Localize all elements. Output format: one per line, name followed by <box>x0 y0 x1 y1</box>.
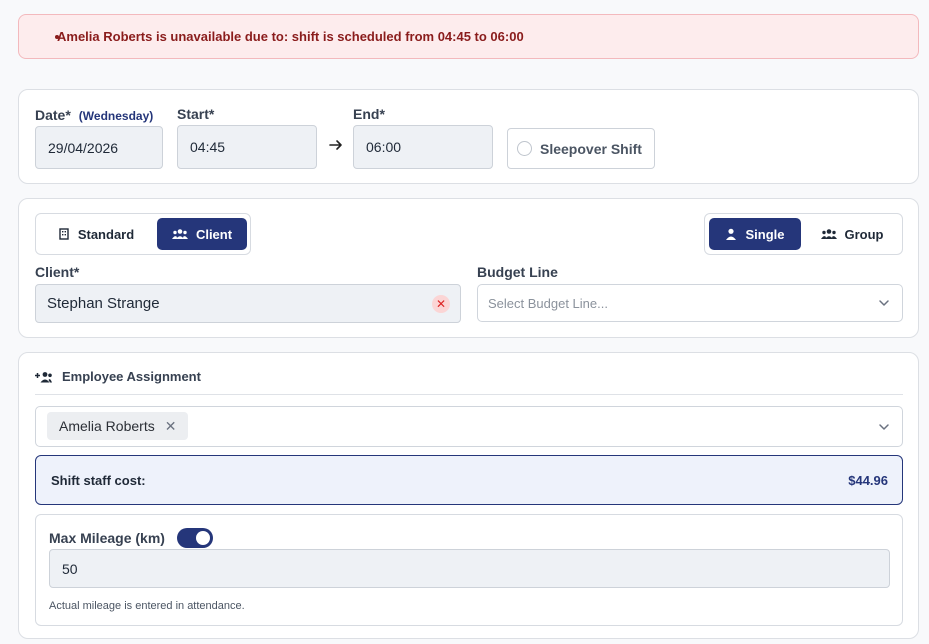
chevron-down-icon <box>879 423 889 430</box>
single-button[interactable]: Single <box>709 218 801 250</box>
client-card: Standard Client Single Group Client* Ste… <box>18 198 919 338</box>
end-label: End* <box>353 106 385 122</box>
group-icon <box>820 229 837 239</box>
client-select[interactable]: Stephan Strange ✕ <box>35 284 461 323</box>
single-label: Single <box>745 226 785 242</box>
shift-mode-toggle: Single Group <box>704 213 903 255</box>
employee-section-title: Employee Assignment <box>35 369 201 384</box>
mileage-toggle[interactable] <box>177 528 213 548</box>
client-button[interactable]: Client <box>157 218 247 250</box>
shift-cost-label: Shift staff cost: <box>51 473 146 488</box>
person-icon <box>726 228 737 240</box>
client-field-label: Client* <box>35 264 80 280</box>
weekday-label: (Wednesday) <box>78 109 154 123</box>
group-icon <box>171 229 188 239</box>
error-alert: Amelia Roberts is unavailable due to: sh… <box>18 14 919 59</box>
mileage-panel: Max Mileage (km) 50 Actual mileage is en… <box>35 514 903 626</box>
employee-chip: Amelia Roberts ✕ <box>47 412 189 440</box>
end-time-input[interactable]: 06:00 <box>353 125 493 169</box>
employee-section-label: Employee Assignment <box>62 369 201 384</box>
date-label: Date* (Wednesday) <box>35 107 153 123</box>
standard-button[interactable]: Standard <box>40 218 152 250</box>
employee-chip-label: Amelia Roberts <box>59 418 155 434</box>
max-mileage-value: 50 <box>62 560 78 577</box>
shift-type-toggle: Standard Client <box>35 213 251 255</box>
sleepover-toggle[interactable]: Sleepover Shift <box>507 128 655 169</box>
client-label: Client <box>195 226 233 242</box>
max-mileage-label: Max Mileage (km) <box>49 530 165 546</box>
arrow-right-icon <box>328 137 344 158</box>
clear-icon[interactable]: ✕ <box>432 294 450 313</box>
date-input[interactable]: 29/04/2026 <box>35 126 163 169</box>
start-time-input[interactable]: 04:45 <box>177 125 317 169</box>
group-label: Group <box>844 226 884 242</box>
section-divider <box>35 394 903 395</box>
max-mileage-input[interactable]: 50 <box>49 549 890 588</box>
standard-label: Standard <box>77 226 135 242</box>
date-value: 29/04/2026 <box>48 139 119 156</box>
budget-line-label: Budget Line <box>477 264 558 280</box>
shift-cost-amount: $44.96 <box>848 473 888 488</box>
alert-message: Amelia Roberts is unavailable due to: sh… <box>57 29 524 44</box>
datetime-card: Date* (Wednesday) 29/04/2026 Start* 04:45… <box>18 89 919 184</box>
mileage-hint: Actual mileage is entered in attendance. <box>49 600 245 612</box>
remove-icon[interactable]: ✕ <box>165 418 177 435</box>
group-button[interactable]: Group <box>806 218 898 250</box>
budget-line-select[interactable]: Select Budget Line... <box>477 284 903 322</box>
toggle-knob <box>196 531 210 545</box>
start-value: 04:45 <box>190 139 226 155</box>
sleepover-label: Sleepover Shift <box>540 140 642 157</box>
client-value: Stephan Strange <box>47 295 160 312</box>
start-label: Start* <box>177 106 215 122</box>
alert-bullet <box>55 35 59 39</box>
sleepover-radio-icon[interactable] <box>517 141 532 156</box>
employee-card: Employee Assignment Amelia Roberts ✕ Shi… <box>18 352 919 639</box>
date-label-text: Date* <box>35 107 71 123</box>
building-icon <box>59 228 69 240</box>
budget-line-placeholder: Select Budget Line... <box>488 295 608 311</box>
add-group-icon <box>35 371 52 382</box>
end-value: 06:00 <box>366 139 402 155</box>
chevron-down-icon <box>879 300 889 306</box>
shift-cost-panel: Shift staff cost: $44.96 <box>35 455 903 505</box>
